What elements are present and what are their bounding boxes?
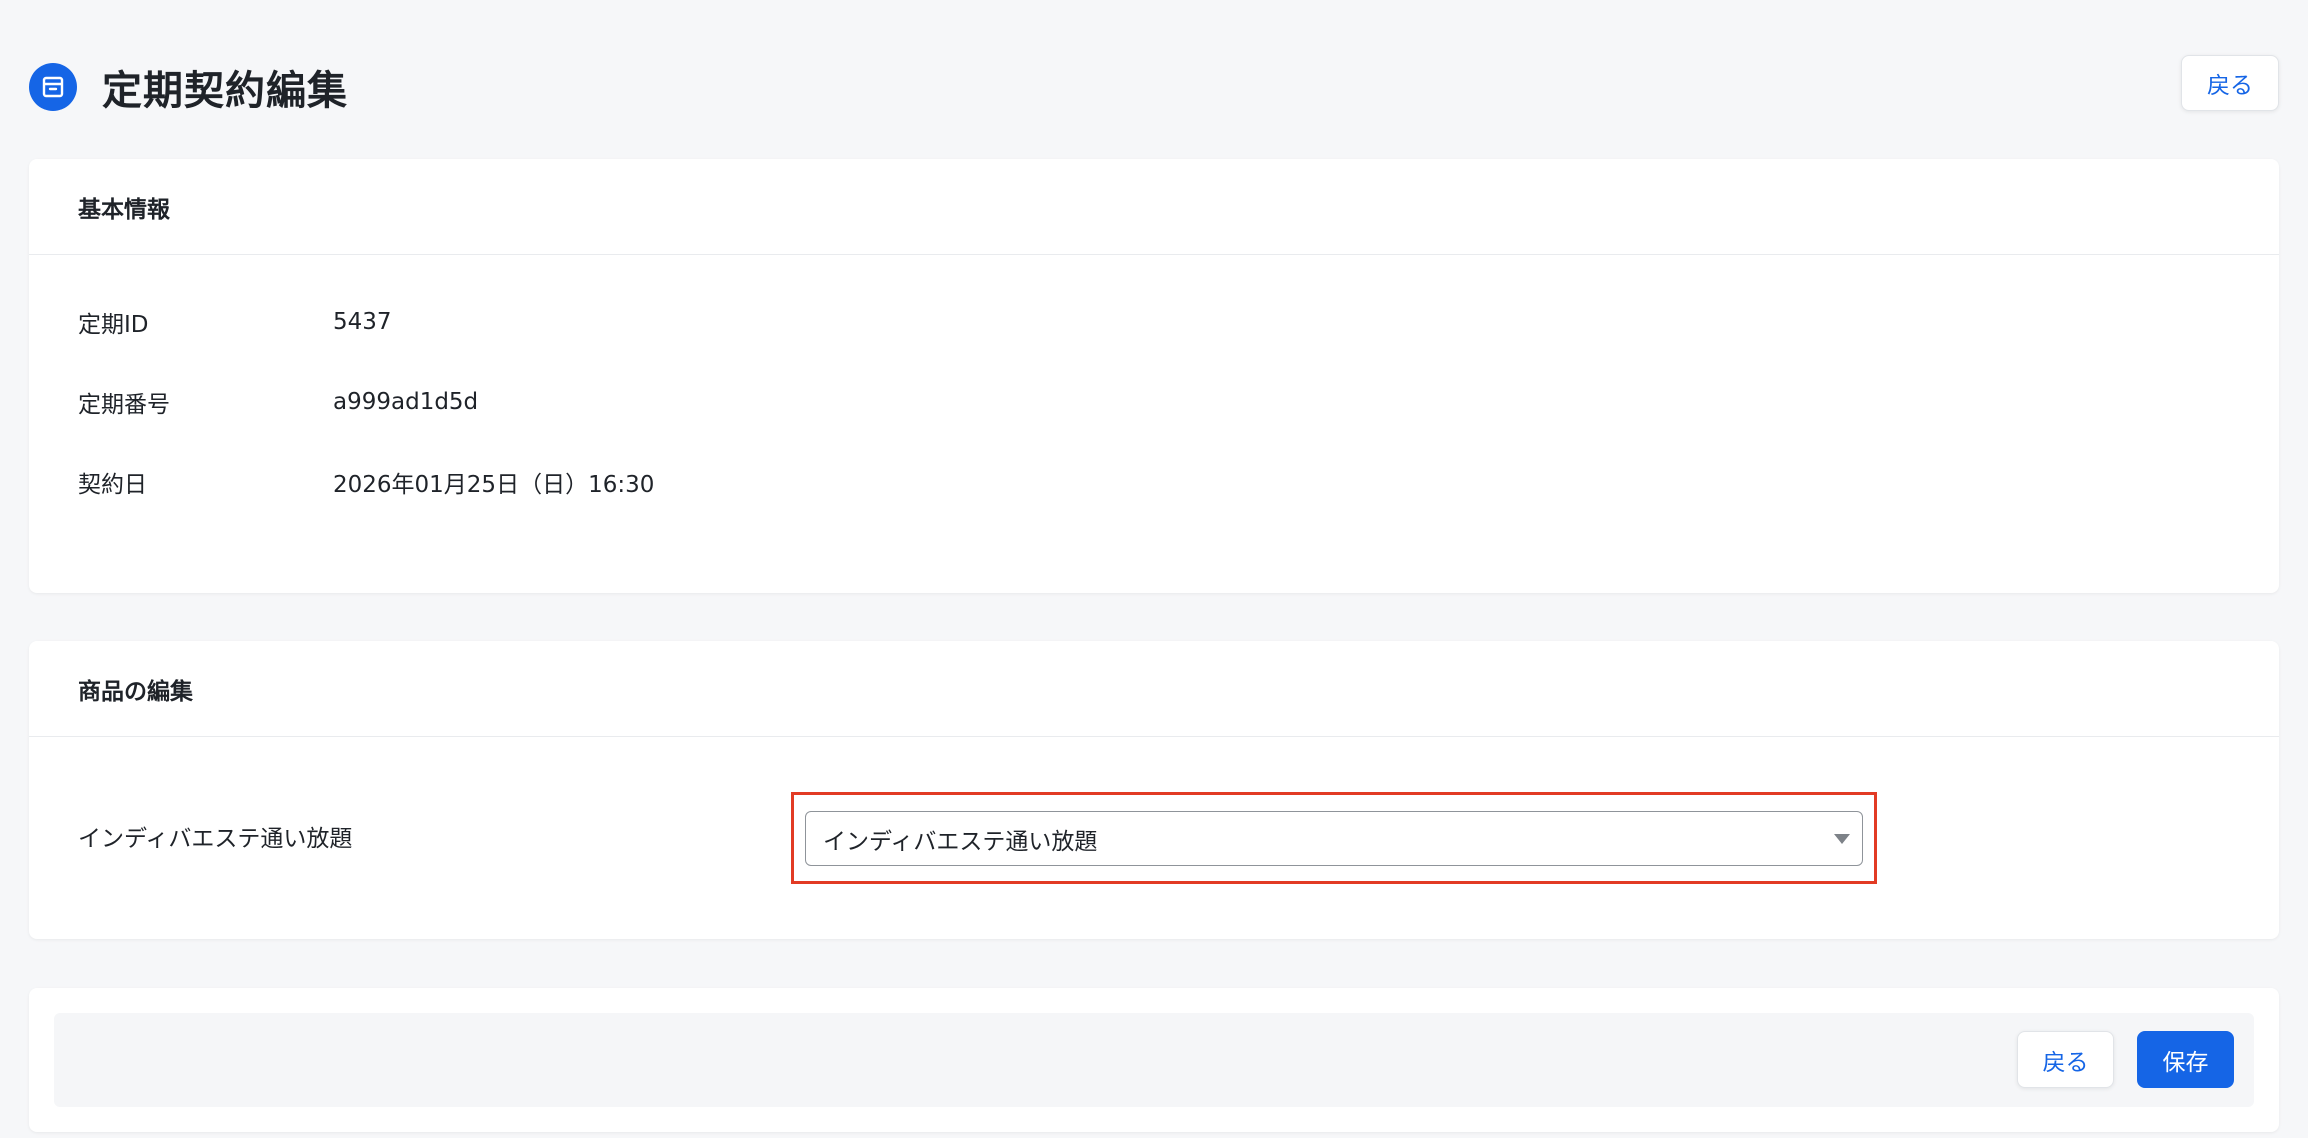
archive-box-icon bbox=[29, 63, 77, 111]
footer-back-button[interactable]: 戻る bbox=[2017, 1031, 2114, 1088]
info-value: 2026年01月25日（日）16:30 bbox=[333, 472, 655, 498]
product-edit-card: 商品の編集 インディバエステ通い放題 インディバエステ通い放題 bbox=[29, 641, 2279, 939]
info-label: 定期番号 bbox=[78, 392, 170, 418]
product-edit-section-title: 商品の編集 bbox=[29, 641, 2279, 737]
caret-down-icon bbox=[1834, 834, 1850, 844]
save-button[interactable]: 保存 bbox=[2137, 1031, 2234, 1088]
info-value: a999ad1d5d bbox=[333, 389, 479, 415]
info-row-subscription-id: 定期ID 5437 bbox=[78, 305, 392, 339]
page-title: 定期契約編集 bbox=[102, 68, 348, 114]
page-header: 定期契約編集 bbox=[29, 58, 348, 116]
info-row-contract-date: 契約日 2026年01月25日（日）16:30 bbox=[78, 465, 654, 499]
info-label: 定期ID bbox=[78, 312, 149, 338]
product-select-value: インディバエステ通い放題 bbox=[823, 828, 1098, 855]
header-back-button[interactable]: 戻る bbox=[2181, 55, 2279, 111]
footer-action-bar bbox=[54, 1013, 2254, 1107]
info-label: 契約日 bbox=[78, 472, 147, 498]
basic-info-card: 基本情報 定期ID 5437 定期番号 a999ad1d5d 契約日 2026年… bbox=[29, 159, 2279, 593]
basic-info-section-title: 基本情報 bbox=[29, 159, 2279, 255]
footer-action-card bbox=[29, 988, 2279, 1132]
product-select[interactable]: インディバエステ通い放題 bbox=[805, 811, 1863, 866]
info-row-subscription-number: 定期番号 a999ad1d5d bbox=[78, 385, 478, 419]
info-value: 5437 bbox=[333, 309, 392, 335]
product-label: インディバエステ通い放題 bbox=[78, 826, 353, 852]
